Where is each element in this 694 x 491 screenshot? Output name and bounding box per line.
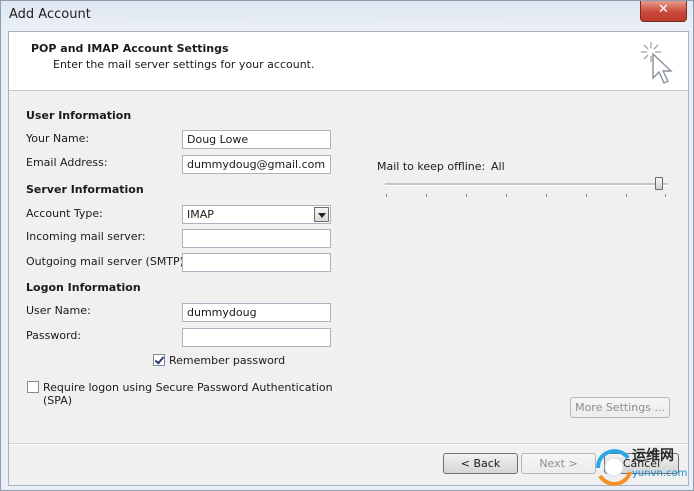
account-type-value: IMAP (187, 208, 214, 221)
more-settings-button[interactable]: More Settings ... (570, 397, 670, 418)
account-type-label: Account Type: (26, 207, 103, 220)
close-button[interactable]: ✕ (640, 1, 687, 22)
remember-password-label[interactable]: Remember password (169, 354, 285, 367)
spa-label-line1[interactable]: Require logon using Secure Password Auth… (43, 381, 333, 394)
wizard-cursor-icon (641, 42, 673, 84)
next-button[interactable]: Next > (521, 453, 596, 474)
your-name-label: Your Name: (26, 132, 90, 145)
chevron-down-icon[interactable] (314, 207, 329, 222)
server-information-heading: Server Information (26, 183, 144, 196)
user-information-heading: User Information (26, 109, 132, 122)
remember-password-checkbox[interactable] (153, 354, 165, 366)
spa-checkbox[interactable] (27, 381, 39, 393)
offline-slider-thumb[interactable] (655, 177, 663, 190)
outgoing-server-label: Outgoing mail server (SMTP): (26, 255, 188, 268)
your-name-field[interactable]: Doug Lowe (182, 130, 331, 149)
user-name-label: User Name: (26, 304, 91, 317)
password-field[interactable] (182, 328, 331, 347)
account-type-select[interactable]: IMAP (182, 205, 331, 224)
password-label: Password: (26, 329, 82, 342)
footer-divider (9, 443, 688, 445)
title-bar[interactable]: Add Account ✕ (1, 1, 693, 31)
mail-offline-label: Mail to keep offline: (377, 160, 486, 173)
user-name-field[interactable]: dummydoug (182, 303, 331, 322)
watermark-logo: 运维网 yunvn.com (596, 447, 687, 486)
window-title: Add Account (9, 7, 91, 22)
spa-label-line2[interactable]: (SPA) (43, 394, 72, 407)
mail-offline-value: All (491, 160, 505, 173)
wizard-header: POP and IMAP Account Settings Enter the … (9, 32, 688, 91)
incoming-server-label: Incoming mail server: (26, 230, 146, 243)
incoming-server-field[interactable] (182, 229, 331, 248)
watermark-cn-text: 运维网 (632, 447, 674, 464)
watermark-url-text: yunvn.com (632, 468, 687, 479)
back-button[interactable]: < Back (443, 453, 518, 474)
page-subtitle: Enter the mail server settings for your … (53, 58, 315, 71)
close-icon: ✕ (658, 2, 669, 17)
add-account-window: Add Account ✕ POP and IMAP Account Setti… (0, 0, 694, 491)
offline-slider-ticks (386, 194, 666, 198)
email-address-field[interactable]: dummydoug@gmail.com (182, 155, 331, 174)
outgoing-server-field[interactable] (182, 253, 331, 272)
offline-slider-track[interactable] (385, 183, 668, 186)
email-address-label: Email Address: (26, 156, 108, 169)
logon-information-heading: Logon Information (26, 281, 141, 294)
dialog-client: POP and IMAP Account Settings Enter the … (8, 31, 689, 486)
page-title: POP and IMAP Account Settings (31, 42, 229, 55)
